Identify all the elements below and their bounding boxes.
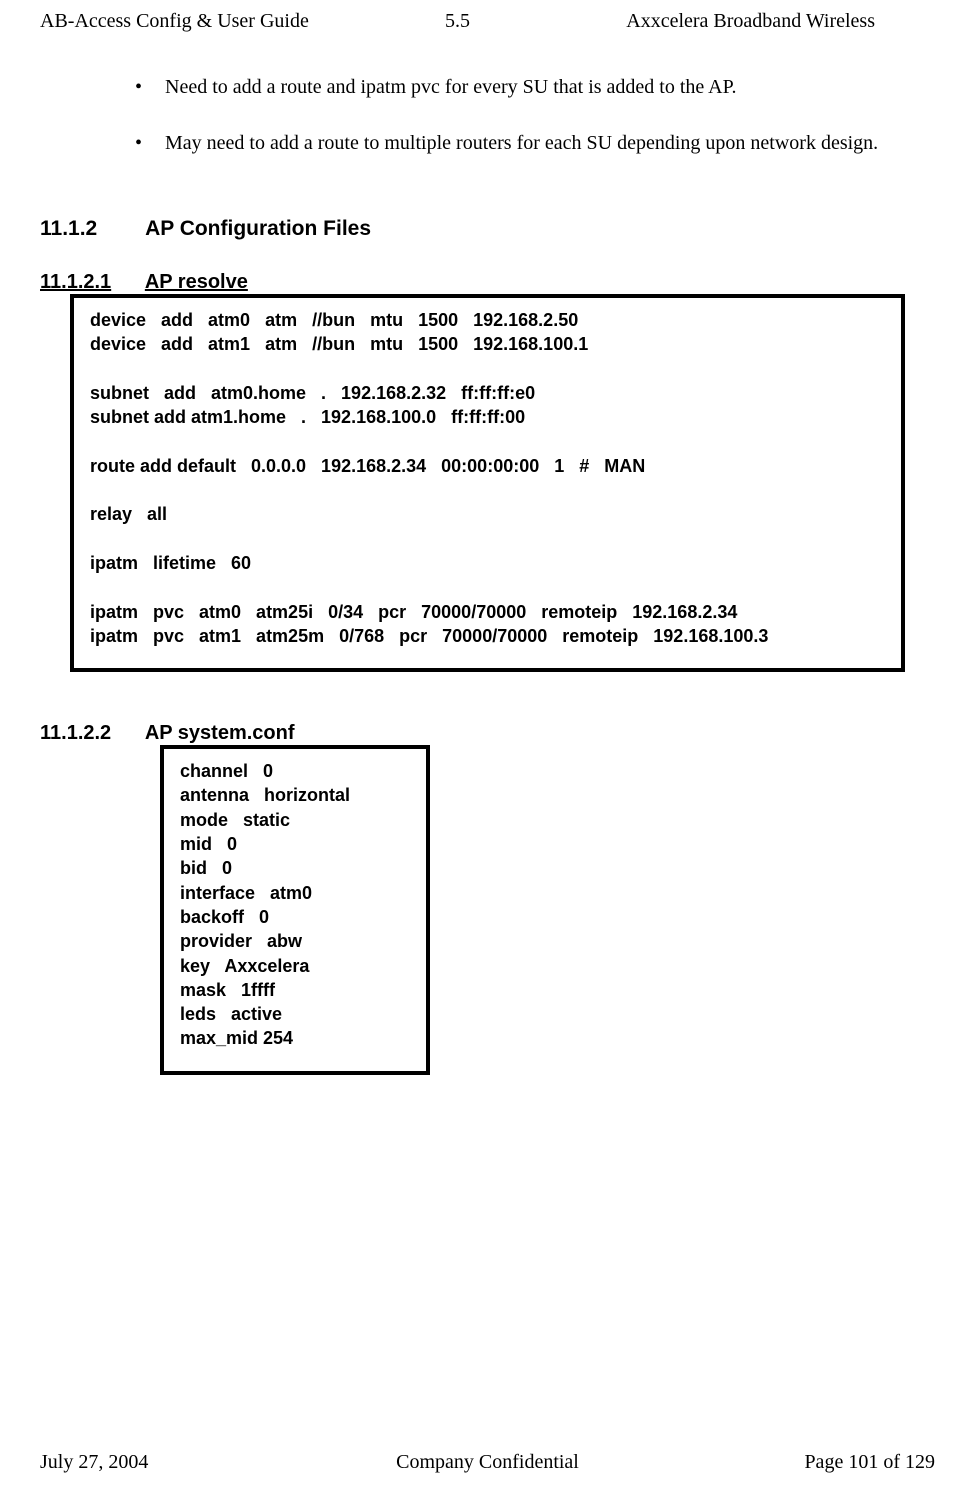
bullet-marker: •: [135, 73, 165, 101]
footer-date: July 27, 2004: [40, 1451, 338, 1474]
bullet-text: Need to add a route and ipatm pvc for ev…: [165, 73, 925, 101]
section-title: AP Configuration Files: [145, 217, 371, 240]
header-center: 5.5: [405, 10, 510, 33]
footer-page-number: Page 101 of 129: [637, 1451, 935, 1474]
ap-resolve-config-box: device add atm0 atm //bun mtu 1500 192.1…: [70, 294, 905, 672]
section-number: 11.1.2: [40, 217, 140, 241]
bullet-item: • Need to add a route and ipatm pvc for …: [135, 73, 925, 101]
section-heading-11-1-2-1: 11.1.2.1 AP resolve: [40, 271, 935, 294]
header-left: AB-Access Config & User Guide: [40, 10, 405, 33]
section-title: AP resolve: [145, 271, 248, 293]
bullet-marker: •: [135, 129, 165, 157]
bullet-text: May need to add a route to multiple rout…: [165, 129, 925, 157]
section-number: 11.1.2.2: [40, 722, 140, 745]
page-footer: July 27, 2004 Company Confidential Page …: [40, 1451, 935, 1474]
footer-confidential: Company Confidential: [338, 1451, 636, 1474]
ap-system-conf-box: channel 0 antenna horizontal mode static…: [160, 745, 430, 1075]
section-number: 11.1.2.1: [40, 271, 140, 294]
section-title: AP system.conf: [145, 722, 295, 744]
section-heading-11-1-2: 11.1.2 AP Configuration Files: [40, 217, 935, 241]
bullet-list: • Need to add a route and ipatm pvc for …: [135, 73, 925, 157]
header-right: Axxcelera Broadband Wireless: [510, 10, 935, 33]
page-header: AB-Access Config & User Guide 5.5 Axxcel…: [40, 10, 935, 33]
section-heading-11-1-2-2: 11.1.2.2 AP system.conf: [40, 722, 935, 745]
bullet-item: • May need to add a route to multiple ro…: [135, 129, 925, 157]
